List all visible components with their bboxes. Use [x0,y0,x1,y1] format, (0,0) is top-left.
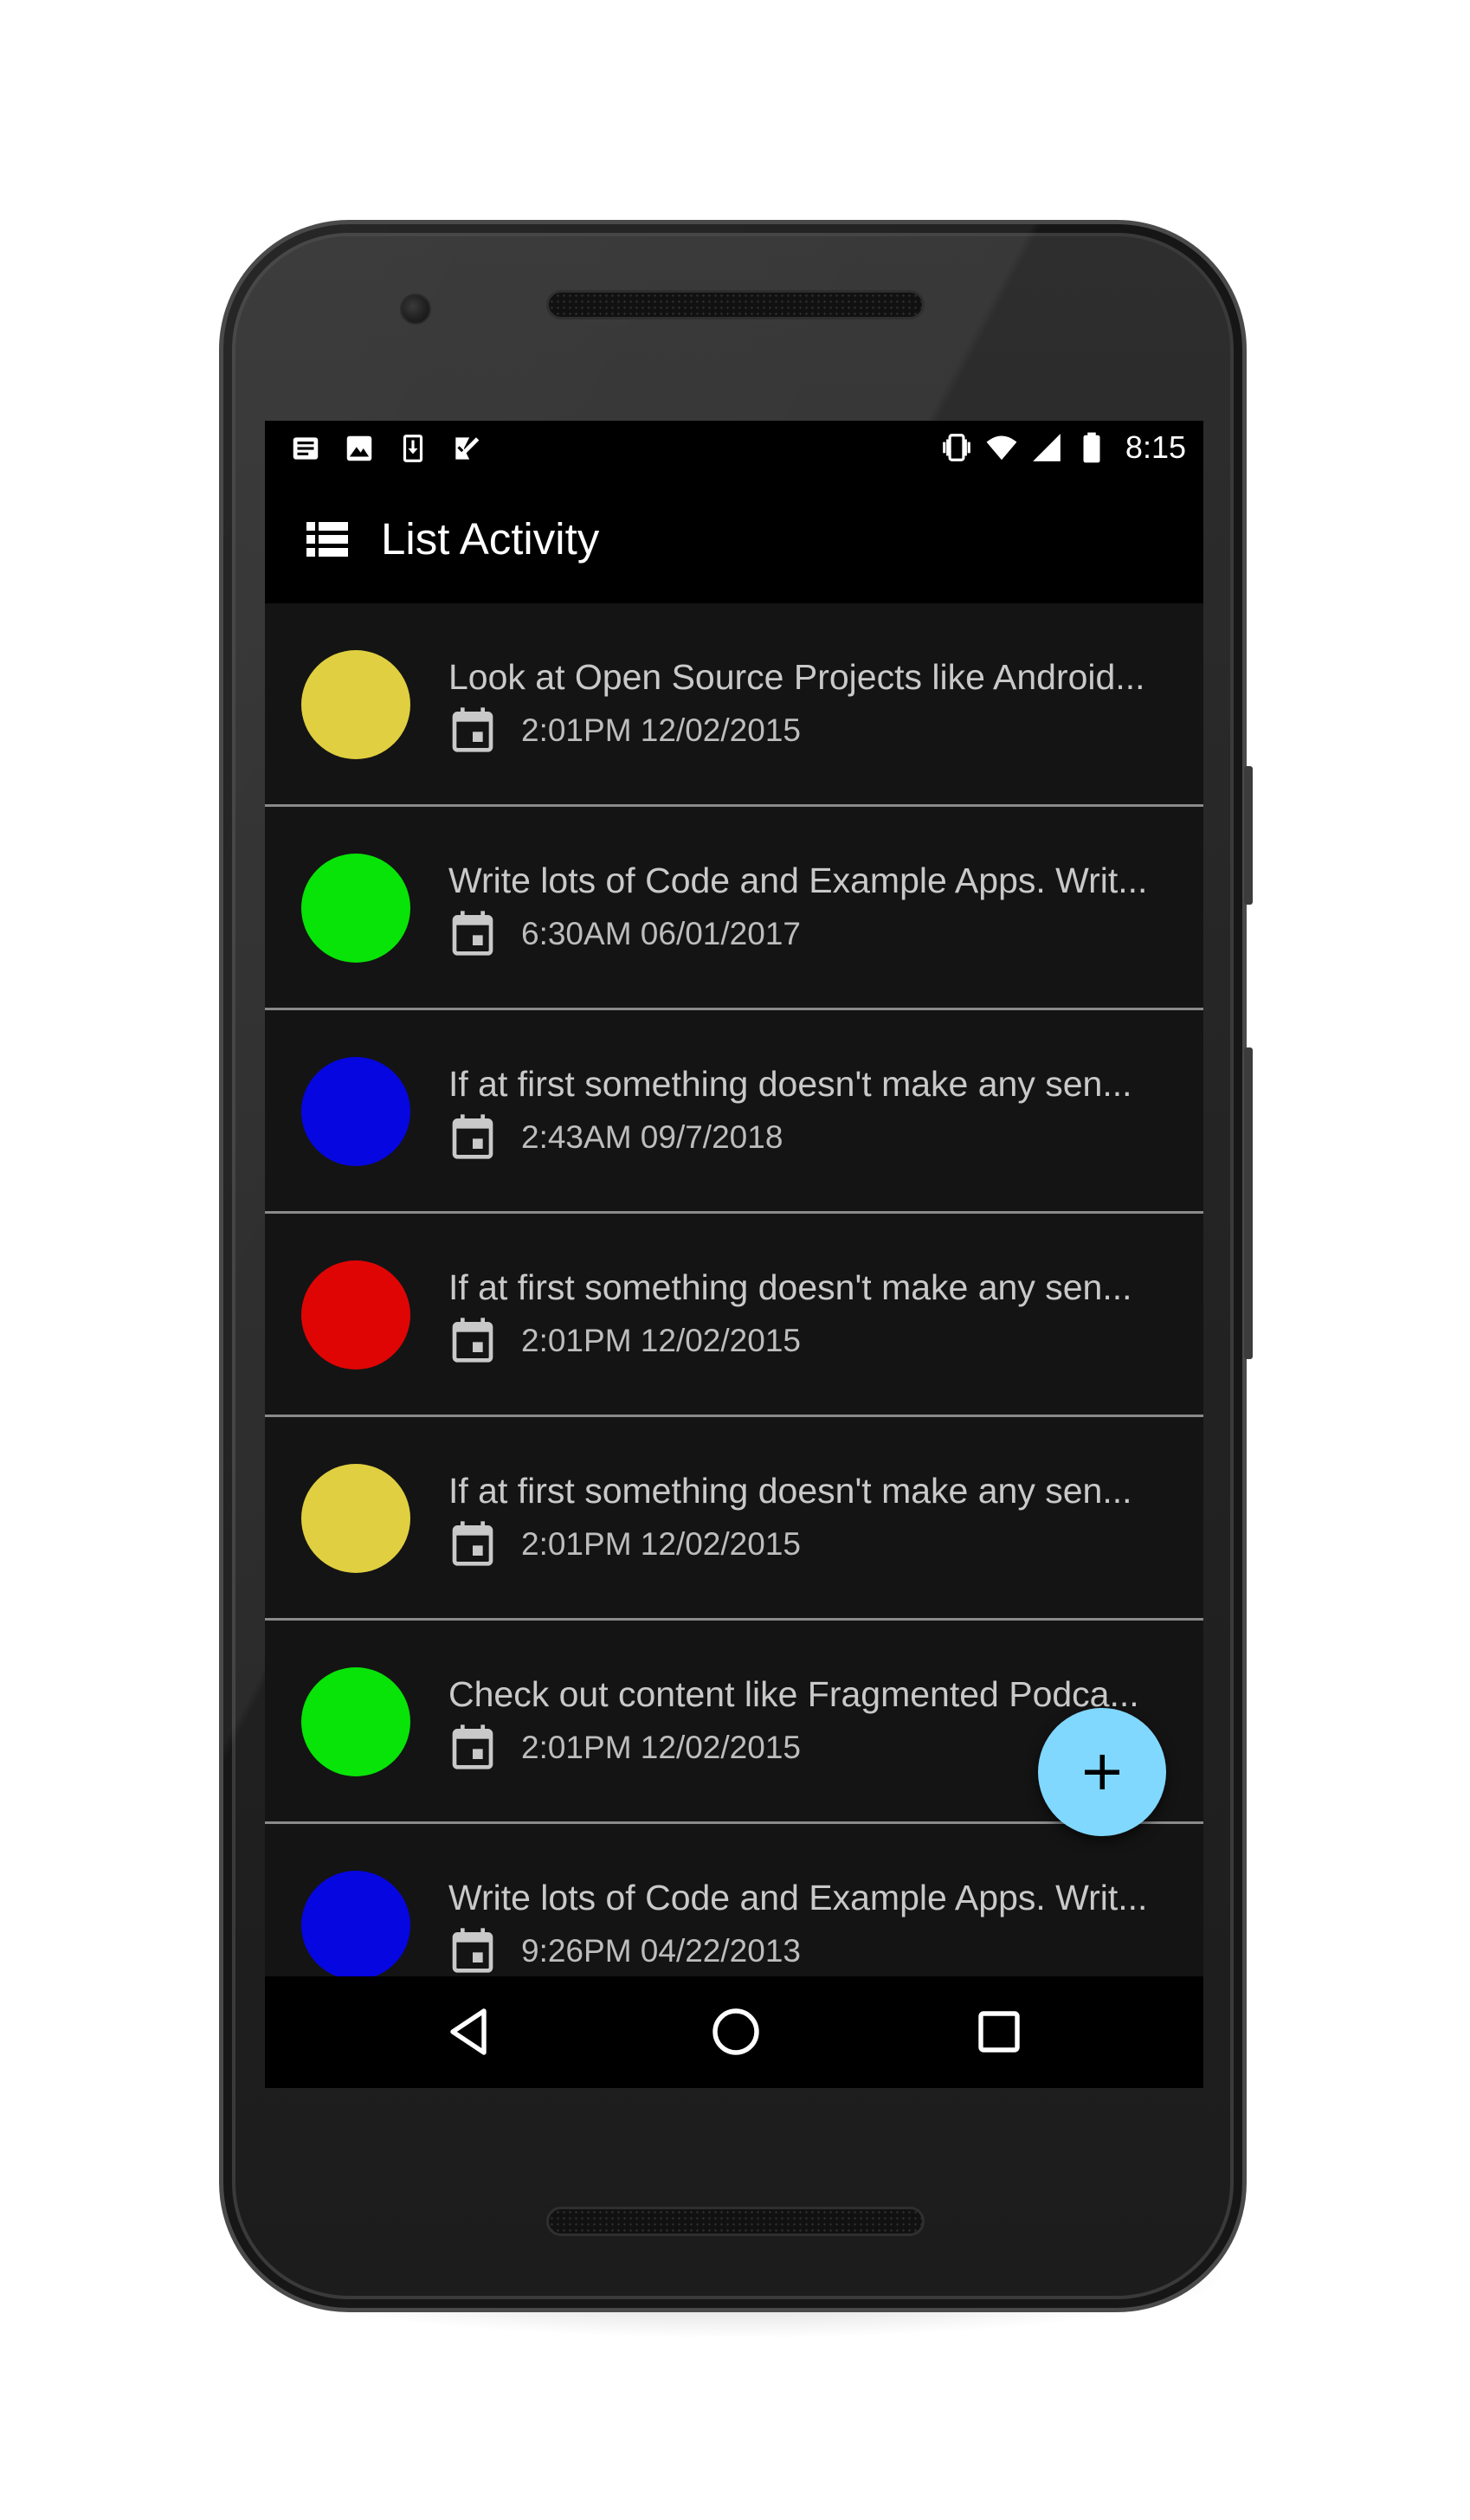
notification-icons [289,432,483,465]
item-title: Look at Open Source Projects like Androi… [448,657,1145,697]
item-date: 2:01PM 12/02/2015 [521,1323,801,1358]
item-title: If at first something doesn't make any s… [448,1471,1132,1511]
item-date: 2:01PM 12/02/2015 [521,1526,801,1562]
status-bar: 8:15 [265,421,1203,475]
vibrate-icon [943,434,970,461]
list-item[interactable]: If at first something doesn't make any s… [265,1010,1203,1214]
image-icon [346,435,372,461]
bottom-speaker [546,2207,925,2236]
page-title: List Activity [381,514,600,564]
status-time: 8:15 [1125,429,1186,465]
list-item[interactable]: Look at Open Source Projects like Androi… [265,603,1203,807]
item-title: Write lots of Code and Example Apps. Wri… [448,860,1148,900]
calendar-icon [452,1928,493,1973]
add-item-button[interactable] [1038,1708,1166,1836]
wifi-icon [986,435,1017,461]
system-icons: 8:15 [940,429,1186,466]
item-date: 9:26PM 04/22/2013 [521,1933,801,1969]
recents-icon[interactable] [968,2001,1030,2063]
color-indicator [301,650,410,759]
signal-icon [1033,434,1061,461]
news-icon [293,437,319,460]
color-indicator [301,1464,410,1573]
item-date: 2:01PM 12/02/2015 [521,712,801,748]
navigation-bar [265,1976,1203,2088]
item-title: If at first something doesn't make any s… [448,1267,1132,1307]
front-camera [400,293,431,325]
screen: 8:15 List Activity Look at Open Source P… [265,421,1203,2088]
list-icon[interactable] [306,520,348,558]
calendar-icon [452,1724,493,1769]
calendar-icon [452,1318,493,1363]
item-title: If at first something doesn't make any s… [448,1064,1132,1104]
item-date: 2:01PM 12/02/2015 [521,1730,801,1765]
app-bar: List Activity [265,475,1203,603]
home-icon[interactable] [705,2001,767,2063]
plus-icon [1085,1755,1119,1789]
color-indicator [301,854,410,963]
calendar-icon [452,1521,493,1566]
checklist-icon [455,437,480,460]
download-icon [403,435,423,462]
back-icon[interactable] [440,2001,502,2063]
calendar-icon [452,911,493,956]
color-indicator [301,1260,410,1370]
battery-icon [1083,432,1100,463]
calendar-icon [452,1114,493,1159]
item-title: Check out content like Fragmented Podca.… [448,1674,1139,1714]
list-item[interactable]: Write lots of Code and Example Apps. Wri… [265,807,1203,1010]
item-date: 2:43AM 09/7/2018 [521,1119,783,1155]
color-indicator [301,1871,410,1976]
earpiece-speaker [546,290,925,319]
calendar-icon [452,707,493,752]
power-button [1244,766,1253,905]
list-item[interactable]: If at first something doesn't make any s… [265,1417,1203,1621]
volume-rocker [1244,1047,1253,1359]
item-date: 6:30AM 06/01/2017 [521,916,801,951]
list-item[interactable]: If at first something doesn't make any s… [265,1214,1203,1417]
item-title: Write lots of Code and Example Apps. Wri… [448,1878,1148,1917]
color-indicator [301,1057,410,1166]
color-indicator [301,1667,410,1776]
list-item[interactable]: Write lots of Code and Example Apps. Wri… [265,1824,1203,1976]
